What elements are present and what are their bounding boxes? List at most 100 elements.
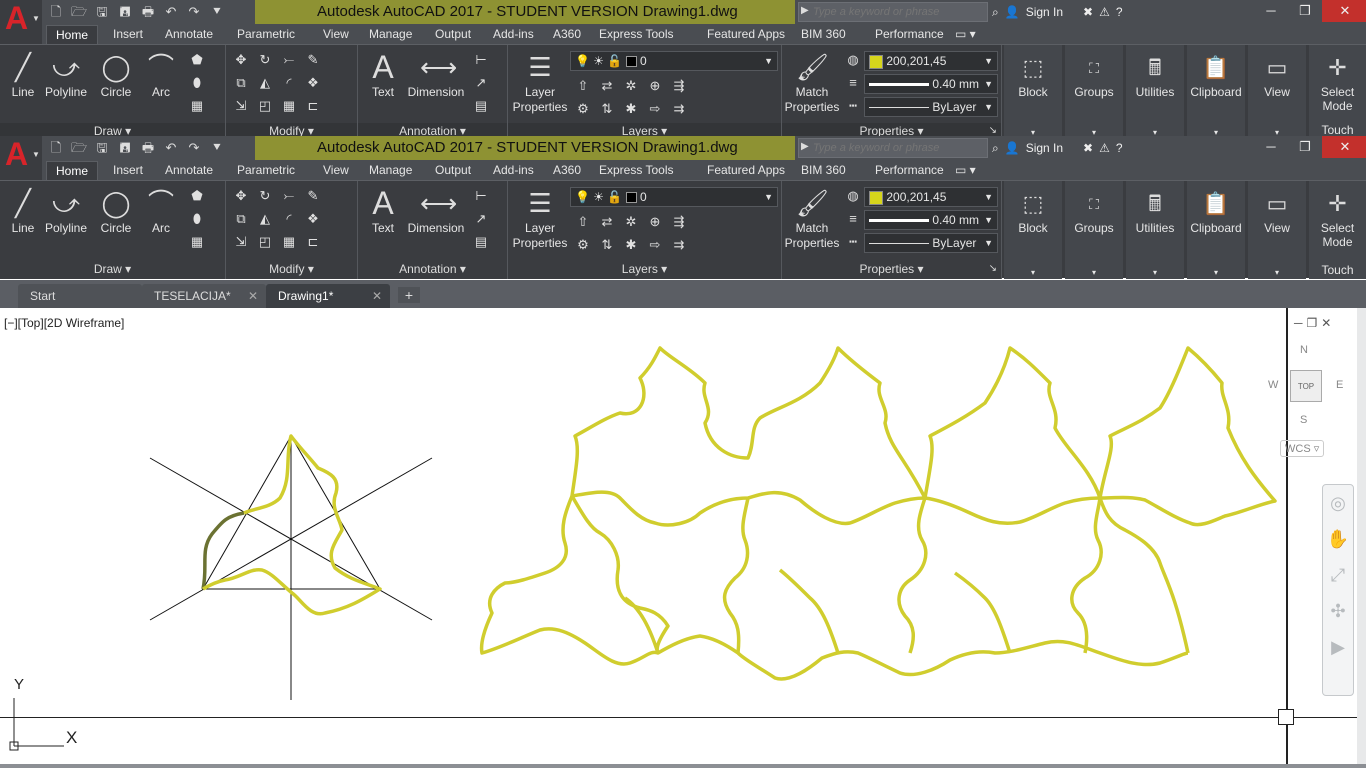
viewcube-west[interactable]: W: [1268, 379, 1278, 391]
tab-performance[interactable]: Performance: [866, 161, 953, 180]
layer-make-current-icon[interactable]: ⇧: [572, 211, 594, 232]
tab-performance[interactable]: Performance: [866, 25, 953, 44]
erase-icon[interactable]: ✎: [302, 185, 324, 206]
groups-panel[interactable]: ⛶ Groups ▾: [1065, 181, 1123, 279]
layer-state-icon[interactable]: ⇶: [668, 211, 690, 232]
tab-output[interactable]: Output: [426, 25, 480, 44]
rotate-icon[interactable]: ↻: [254, 49, 276, 70]
mirror-icon[interactable]: ◭: [254, 72, 276, 93]
tab-a360[interactable]: A360: [544, 25, 590, 44]
select-mode-panel[interactable]: ✛ Select Mode Touch: [1309, 45, 1366, 139]
layer-unisolate-icon[interactable]: ⇅: [596, 98, 618, 119]
layer-lock-icon[interactable]: ⊕: [644, 75, 666, 96]
tab-parametric[interactable]: Parametric: [228, 161, 304, 180]
application-menu-button-2[interactable]: A ▼: [0, 136, 42, 180]
dimension-button[interactable]: ⟷ Dimension: [406, 187, 466, 236]
annotation-panel-title[interactable]: Annotation ▾: [358, 259, 507, 279]
minimize-button[interactable]: ─: [1254, 0, 1288, 22]
open-icon[interactable]: 🗁: [69, 3, 89, 21]
layer-walk-icon[interactable]: ⇨: [644, 234, 666, 255]
sign-in-button[interactable]: Sign In: [1026, 5, 1063, 19]
dimension-button[interactable]: ⟷ Dimension: [406, 51, 466, 100]
layer-off-icon[interactable]: ✲: [620, 211, 642, 232]
tab-annotate[interactable]: Annotate: [156, 25, 222, 44]
doc-tab-drawing1[interactable]: Drawing1* ✕: [266, 284, 390, 308]
close-tab-icon[interactable]: ✕: [248, 284, 258, 308]
copy-icon[interactable]: ⧉: [230, 208, 252, 229]
hatch-icon[interactable]: ▦: [186, 95, 208, 116]
ellipse-icon[interactable]: ⬮: [186, 208, 208, 229]
expand-arrow-icon[interactable]: ▶: [801, 5, 809, 16]
circle-button[interactable]: ◯ Circle: [96, 51, 136, 100]
block-panel[interactable]: ⬚ Block ▾: [1004, 45, 1062, 139]
layers-panel-title[interactable]: Layers ▾: [508, 259, 781, 279]
save-icon[interactable]: 🖫: [92, 139, 112, 157]
layer-walk-icon[interactable]: ⇨: [644, 98, 666, 119]
search-box-2[interactable]: ▶: [798, 138, 988, 158]
undo-icon[interactable]: ↶: [161, 139, 181, 157]
tab-bim-360[interactable]: BIM 360: [792, 25, 855, 44]
tab-express-tools[interactable]: Express Tools: [590, 25, 682, 44]
tab-view[interactable]: View: [314, 25, 358, 44]
search-input-2[interactable]: [813, 139, 983, 157]
polyline-button[interactable]: ⤻ Polyline: [44, 187, 88, 236]
customize-icon[interactable]: ⯆: [207, 139, 227, 157]
linetype-dropdown[interactable]: ByLayer ▼: [864, 97, 998, 117]
viewcube-east[interactable]: E: [1336, 379, 1343, 391]
layer-properties-button[interactable]: ☰ Layer Properties: [512, 51, 568, 115]
groups-panel[interactable]: ⛶ Groups ▾: [1065, 45, 1123, 139]
modify-panel-title[interactable]: Modify ▾: [226, 259, 357, 279]
viewcube-north[interactable]: N: [1300, 344, 1308, 356]
mirror-icon[interactable]: ◭: [254, 208, 276, 229]
redo-icon[interactable]: ↷: [184, 139, 204, 157]
tab-a360[interactable]: A360: [544, 161, 590, 180]
layer-dropdown[interactable]: 💡 ☀ 🔓 0 ▼: [570, 51, 778, 71]
tab-manage[interactable]: Manage: [360, 25, 421, 44]
plot-icon[interactable]: 🖶: [138, 3, 158, 21]
linetype-dropdown[interactable]: ByLayer ▼: [864, 233, 998, 253]
layer-match-icon[interactable]: ⇄: [596, 75, 618, 96]
exchange-icon[interactable]: ✖: [1083, 141, 1093, 155]
redo-icon[interactable]: ↷: [184, 3, 204, 21]
expand-arrow-icon[interactable]: ▶: [801, 141, 809, 152]
linear-dimension-icon[interactable]: ⊢: [470, 185, 492, 206]
arc-button[interactable]: ⌒ Arc: [142, 187, 180, 236]
polygon-icon[interactable]: ⬟: [186, 49, 208, 70]
layer-merge-icon[interactable]: ⇉: [668, 234, 690, 255]
line-button[interactable]: ╱ Line: [6, 187, 40, 236]
layer-state-icon[interactable]: ⇶: [668, 75, 690, 96]
tab-bim-360[interactable]: BIM 360: [792, 161, 855, 180]
scale-icon[interactable]: ◰: [254, 95, 276, 116]
workspace-toggle-icon[interactable]: ▭ ▾: [946, 25, 985, 44]
tab-insert[interactable]: Insert: [104, 25, 152, 44]
tab-insert[interactable]: Insert: [104, 161, 152, 180]
showmotion-icon[interactable]: ▶: [1323, 629, 1353, 665]
workspace-toggle-icon[interactable]: ▭ ▾: [946, 161, 985, 180]
trim-icon[interactable]: ⤚: [278, 185, 300, 206]
offset-icon[interactable]: ⊏: [302, 231, 324, 252]
open-icon[interactable]: 🗁: [69, 139, 89, 157]
viewcube[interactable]: N W E S TOP WCS ▿: [1262, 338, 1352, 458]
clipboard-panel[interactable]: 📋 Clipboard ▾: [1187, 45, 1245, 139]
help-icon[interactable]: ?: [1116, 5, 1123, 19]
restore-button[interactable]: ❐: [1288, 0, 1322, 22]
arc-button[interactable]: ⌒ Arc: [142, 51, 180, 100]
utilities-panel[interactable]: 🖩 Utilities ▾: [1126, 181, 1184, 279]
lineweight-dropdown[interactable]: 0.40 mm ▼: [864, 210, 998, 230]
match-properties-button[interactable]: 🖌 Match Properties: [784, 187, 840, 251]
leader-icon[interactable]: ↗: [470, 208, 492, 229]
steering-wheel-icon[interactable]: ◎: [1323, 485, 1353, 521]
doc-tab-start[interactable]: Start: [18, 284, 142, 308]
viewcube-south[interactable]: S: [1300, 414, 1307, 426]
move-icon[interactable]: ✥: [230, 185, 252, 206]
layer-off-icon[interactable]: ✲: [620, 75, 642, 96]
search-input[interactable]: [813, 3, 983, 21]
tab-manage[interactable]: Manage: [360, 161, 421, 180]
layer-freeze-icon[interactable]: ✱: [620, 98, 642, 119]
circle-button[interactable]: ◯ Circle: [96, 187, 136, 236]
vertical-scrollbar[interactable]: [1357, 308, 1366, 764]
exchange-icon[interactable]: ✖: [1083, 5, 1093, 19]
tab-output[interactable]: Output: [426, 161, 480, 180]
selection-grip[interactable]: [1278, 709, 1294, 725]
tab-express-tools[interactable]: Express Tools: [590, 161, 682, 180]
